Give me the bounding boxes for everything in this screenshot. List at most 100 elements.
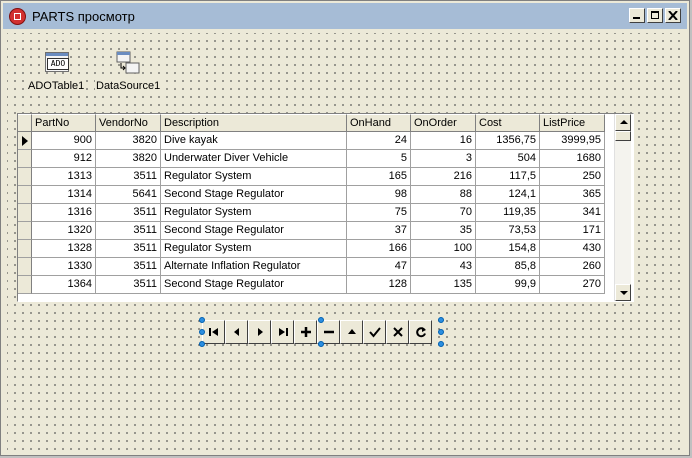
grid-cell[interactable]: 24 — [347, 132, 411, 150]
grid-cell[interactable]: 3820 — [96, 132, 161, 150]
row-indicator[interactable] — [18, 168, 32, 186]
row-indicator[interactable] — [18, 258, 32, 276]
grid-cell[interactable]: 37 — [347, 222, 411, 240]
grid-cell[interactable]: 88 — [411, 186, 476, 204]
grid-cell[interactable]: 3511 — [96, 204, 161, 222]
grid-vertical-scrollbar[interactable] — [614, 114, 631, 301]
grid-cell[interactable]: 3511 — [96, 222, 161, 240]
grid-cell[interactable]: 900 — [32, 132, 96, 150]
grid-cell[interactable]: Second Stage Regulator — [161, 276, 347, 294]
grid-cell[interactable]: 171 — [540, 222, 605, 240]
grid-cell[interactable]: 124,1 — [476, 186, 540, 204]
grid-cell[interactable]: 166 — [347, 240, 411, 258]
selection-handle[interactable] — [199, 341, 205, 347]
scroll-down-button[interactable] — [615, 284, 631, 301]
navigator-insert-button[interactable] — [294, 320, 317, 344]
navigator-first-button[interactable] — [202, 320, 225, 344]
selection-handle[interactable] — [318, 341, 324, 347]
close-button[interactable] — [665, 8, 681, 23]
column-header[interactable]: OnOrder — [411, 114, 476, 132]
grid-cell[interactable]: 5641 — [96, 186, 161, 204]
grid-cell[interactable]: 5 — [347, 150, 411, 168]
grid-cell[interactable]: 504 — [476, 150, 540, 168]
grid-cell[interactable]: 3511 — [96, 258, 161, 276]
table-row[interactable]: 912 3820 Underwater Diver Vehicle 5 3 504 1680 — [18, 150, 605, 168]
grid-cell[interactable]: 3 — [411, 150, 476, 168]
table-row[interactable]: 900 3820 Dive kayak 24 16 1356,75 3999,95 — [18, 132, 605, 150]
form-design-surface[interactable]: ADO ADOTable1 DataSource1 PartNo VendorN… — [7, 33, 685, 451]
grid-cell[interactable]: Alternate Inflation Regulator — [161, 258, 347, 276]
grid-cell[interactable]: Regulator System — [161, 168, 347, 186]
navigator-cancel-button[interactable] — [386, 320, 409, 344]
grid-cell[interactable]: 1364 — [32, 276, 96, 294]
grid-cell[interactable]: Second Stage Regulator — [161, 222, 347, 240]
scroll-thumb[interactable] — [615, 131, 631, 141]
grid-cell[interactable]: 99,9 — [476, 276, 540, 294]
navigator-last-button[interactable] — [271, 320, 294, 344]
table-row[interactable]: 1364 3511 Second Stage Regulator 128 135 99,9… — [18, 276, 605, 294]
grid-cell[interactable]: 1320 — [32, 222, 96, 240]
dbgrid[interactable]: PartNo VendorNo Description OnHand OnOrd… — [17, 113, 634, 302]
grid-cell[interactable]: 35 — [411, 222, 476, 240]
grid-cell[interactable]: 135 — [411, 276, 476, 294]
grid-cell[interactable]: 100 — [411, 240, 476, 258]
grid-cell[interactable]: 1313 — [32, 168, 96, 186]
grid-cell[interactable]: 1328 — [32, 240, 96, 258]
grid-cell[interactable]: 260 — [540, 258, 605, 276]
row-indicator[interactable] — [18, 276, 32, 294]
table-row[interactable]: 1313 3511 Regulator System 165 216 117,5 250 — [18, 168, 605, 186]
grid-cell[interactable]: 16 — [411, 132, 476, 150]
dbnavigator[interactable] — [199, 317, 444, 347]
navigator-refresh-button[interactable] — [409, 320, 432, 344]
column-header[interactable]: PartNo — [32, 114, 96, 132]
grid-cell[interactable]: Regulator System — [161, 240, 347, 258]
grid-cell[interactable]: Regulator System — [161, 204, 347, 222]
column-header[interactable]: Cost — [476, 114, 540, 132]
grid-cell[interactable]: 3511 — [96, 276, 161, 294]
grid-cell[interactable]: 341 — [540, 204, 605, 222]
grid-cell[interactable]: 1330 — [32, 258, 96, 276]
selection-handle[interactable] — [438, 341, 444, 347]
navigator-edit-button[interactable] — [340, 320, 363, 344]
grid-cell[interactable]: 73,53 — [476, 222, 540, 240]
grid-cell[interactable]: 1356,75 — [476, 132, 540, 150]
grid-cell[interactable]: 3511 — [96, 240, 161, 258]
grid-cell[interactable]: 912 — [32, 150, 96, 168]
grid-cell[interactable]: 117,5 — [476, 168, 540, 186]
row-indicator[interactable] — [18, 150, 32, 168]
minimize-button[interactable] — [629, 8, 645, 23]
grid-cell[interactable]: 1314 — [32, 186, 96, 204]
grid-cell[interactable]: 154,8 — [476, 240, 540, 258]
row-indicator[interactable] — [18, 204, 32, 222]
current-record-indicator[interactable] — [18, 132, 32, 150]
column-header[interactable]: Description — [161, 114, 347, 132]
grid-cell[interactable]: 3820 — [96, 150, 161, 168]
grid-cell[interactable]: 250 — [540, 168, 605, 186]
table-row[interactable]: 1314 5641 Second Stage Regulator 98 88 124,1 3… — [18, 186, 605, 204]
row-indicator[interactable] — [18, 222, 32, 240]
datasource-component[interactable] — [114, 49, 142, 77]
grid-cell[interactable]: Underwater Diver Vehicle — [161, 150, 347, 168]
grid-cell[interactable]: 98 — [347, 186, 411, 204]
grid-cell[interactable]: 3999,95 — [540, 132, 605, 150]
table-row[interactable]: 1320 3511 Second Stage Regulator 37 35 73,53 1… — [18, 222, 605, 240]
grid-cell[interactable]: 70 — [411, 204, 476, 222]
grid-cell[interactable]: 3511 — [96, 168, 161, 186]
selection-handle[interactable] — [318, 317, 324, 323]
row-indicator[interactable] — [18, 186, 32, 204]
selection-handle[interactable] — [438, 317, 444, 323]
maximize-button[interactable] — [647, 8, 663, 23]
grid-cell[interactable]: 85,8 — [476, 258, 540, 276]
grid-cell[interactable]: 365 — [540, 186, 605, 204]
column-header[interactable]: ListPrice — [540, 114, 605, 132]
grid-cell[interactable]: 216 — [411, 168, 476, 186]
scroll-up-button[interactable] — [615, 114, 631, 131]
grid-cell[interactable]: Second Stage Regulator — [161, 186, 347, 204]
grid-cell[interactable]: Dive kayak — [161, 132, 347, 150]
grid-cell[interactable]: 270 — [540, 276, 605, 294]
selection-handle[interactable] — [199, 317, 205, 323]
grid-cell[interactable]: 1316 — [32, 204, 96, 222]
grid-cell[interactable]: 128 — [347, 276, 411, 294]
navigator-prior-button[interactable] — [225, 320, 248, 344]
column-header[interactable]: OnHand — [347, 114, 411, 132]
